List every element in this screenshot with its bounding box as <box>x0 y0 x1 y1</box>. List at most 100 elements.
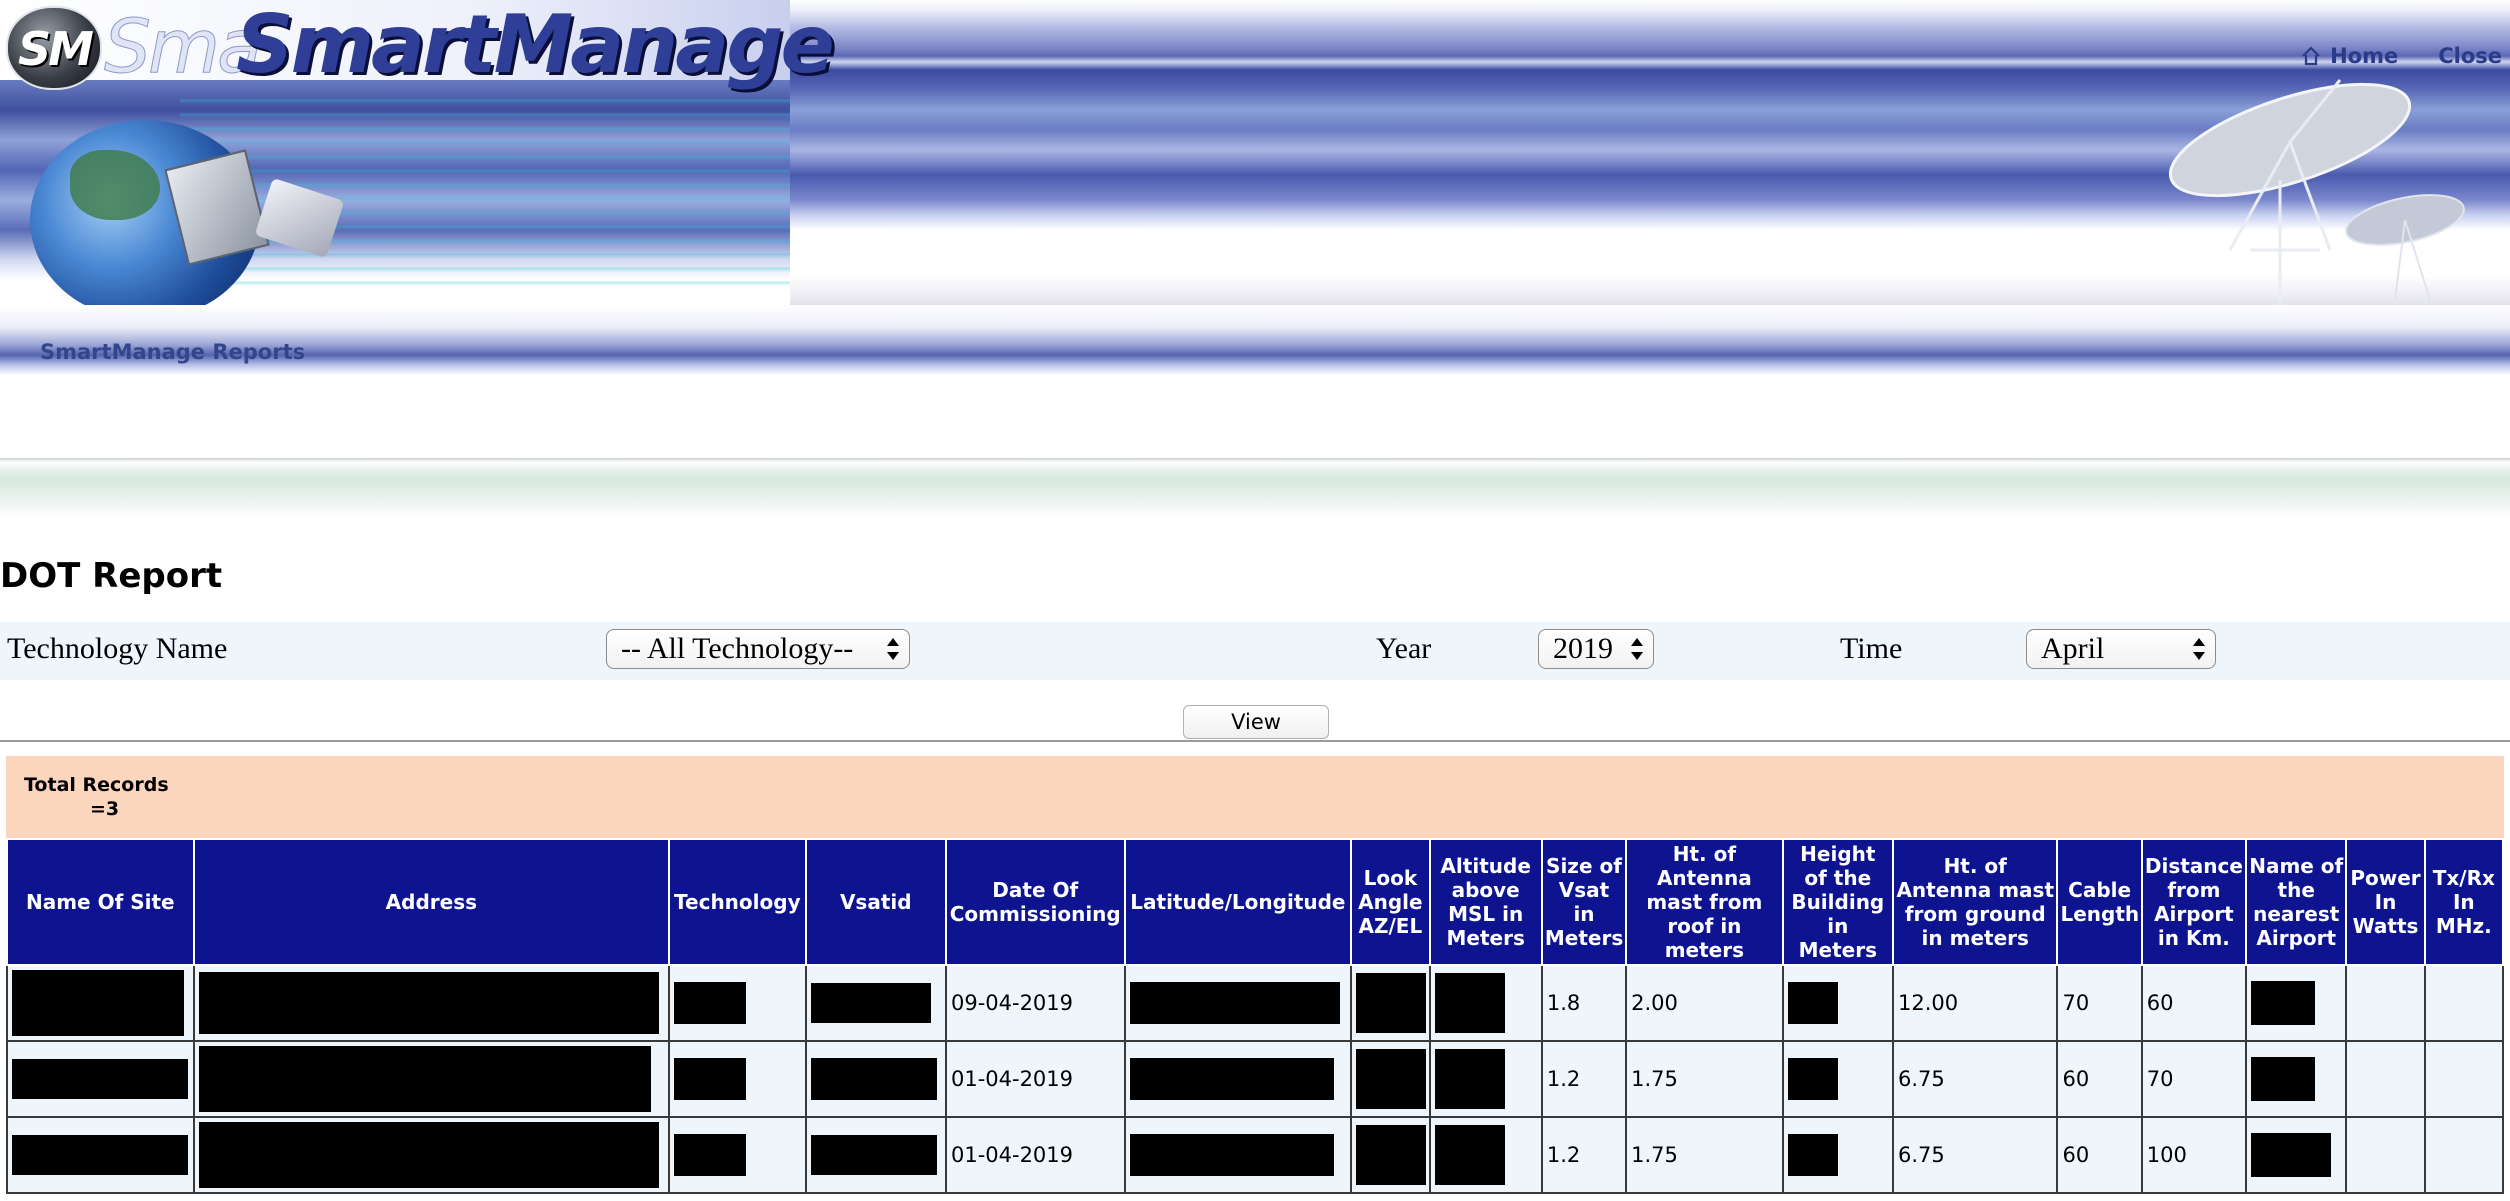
page-header: SM Sma SmartManage Home Close <box>0 0 2510 310</box>
cell-airport <box>2245 1040 2348 1118</box>
divider <box>0 740 2510 742</box>
cell-building-height <box>1781 1116 1894 1194</box>
page-title: DOT Report <box>0 556 223 596</box>
cell-vsat-size: 1.2 <box>1540 1040 1628 1118</box>
redacted-block <box>1434 1125 1505 1185</box>
header-nav: Home Close <box>2300 44 2502 68</box>
cell-vsat-size: 1.8 <box>1540 964 1628 1042</box>
cell-distance: 100 <box>2140 1116 2248 1194</box>
logo-badge: SM <box>6 6 102 90</box>
cell-site-name <box>6 1040 195 1118</box>
redacted-block <box>1356 973 1427 1033</box>
time-select[interactable]: April <box>2026 629 2216 669</box>
cell-address <box>192 1116 671 1194</box>
cell-mast-roof: 1.75 <box>1625 1040 1784 1118</box>
total-records-box: Total Records =3 <box>6 756 2504 838</box>
cell-lat-long <box>1123 1116 1353 1194</box>
close-link[interactable]: Close <box>2438 44 2502 68</box>
cell-building-height <box>1781 1040 1894 1118</box>
home-link-label: Home <box>2330 44 2399 68</box>
redacted-block <box>1787 1134 1838 1176</box>
table-row: 09-04-2019 1.8 2.00 12.00 70 60 <box>6 964 2505 1042</box>
redacted-block <box>1787 982 1838 1024</box>
logo-badge-text: SM <box>18 22 94 76</box>
redacted-block <box>1434 1049 1505 1109</box>
cell-lat-long <box>1123 964 1353 1042</box>
col-header: Size of Vsat in Meters <box>1540 838 1628 966</box>
cell-vsatid <box>804 964 947 1042</box>
col-header: Technology <box>668 838 807 966</box>
cell-txrx <box>2423 1116 2505 1194</box>
select-arrows-icon <box>1631 638 1643 660</box>
year-select-value: 2019 <box>1553 632 1613 665</box>
col-header: Latitude/Longitude <box>1123 838 1353 966</box>
redacted-block <box>674 1134 747 1176</box>
report-table: Name Of Site Address Technology Vsatid D… <box>6 838 2505 1194</box>
redacted-block <box>1129 1058 1334 1100</box>
redacted-block <box>2251 1133 2332 1177</box>
cell-address <box>192 1040 671 1118</box>
cell-technology <box>668 1040 807 1118</box>
table-row: 01-04-2019 1.2 1.75 6.75 60 100 <box>6 1116 2505 1194</box>
redacted-block <box>674 982 747 1024</box>
cell-date: 01-04-2019 <box>944 1040 1126 1118</box>
view-button[interactable]: View <box>1183 705 1329 739</box>
time-label: Time <box>1840 632 1903 665</box>
cell-txrx <box>2423 964 2505 1042</box>
cell-altitude <box>1428 964 1543 1042</box>
close-link-label: Close <box>2438 44 2502 68</box>
redacted-block <box>1434 973 1505 1033</box>
redacted-block <box>810 983 931 1023</box>
redacted-block <box>2251 1057 2316 1101</box>
technology-label: Technology Name <box>7 632 228 665</box>
col-header: Distance from Airport in Km. <box>2140 838 2248 966</box>
redacted-block <box>198 972 659 1034</box>
cell-altitude <box>1428 1116 1543 1194</box>
col-header: Ht. of Antenna mast from roof in meters <box>1625 838 1784 966</box>
technology-select[interactable]: -- All Technology-- <box>606 629 910 669</box>
redacted-block <box>12 1135 188 1175</box>
cell-mast-ground: 6.75 <box>1891 1116 2059 1194</box>
satellite-dish-image <box>2168 79 2465 310</box>
cell-mast-ground: 6.75 <box>1891 1040 2059 1118</box>
redacted-block <box>2251 981 2316 1025</box>
year-select[interactable]: 2019 <box>1538 629 1654 669</box>
col-header: Ht. of Antenna mast from ground in meter… <box>1891 838 2059 966</box>
col-header: Height of the Building in Meters <box>1781 838 1894 966</box>
col-header: Power In Watts <box>2345 838 2426 966</box>
cell-vsatid <box>804 1116 947 1194</box>
cell-technology <box>668 1116 807 1194</box>
cell-site-name <box>6 964 195 1042</box>
redacted-block <box>12 970 184 1036</box>
cell-distance: 60 <box>2140 964 2248 1042</box>
redacted-block <box>198 1046 651 1112</box>
cell-txrx <box>2423 1040 2505 1118</box>
select-arrows-icon <box>887 638 899 660</box>
logo-title: SmartManage <box>236 0 835 91</box>
col-header: Tx/Rx In MHz. <box>2423 838 2505 966</box>
cell-airport <box>2245 1116 2348 1194</box>
col-header: Address <box>192 838 671 966</box>
col-header: Cable Length <box>2056 838 2143 966</box>
filter-bar: Technology Name -- All Technology-- Year… <box>0 622 2510 680</box>
cell-power <box>2345 964 2426 1042</box>
col-header: Date Of Commissioning <box>944 838 1126 966</box>
cell-address <box>192 964 671 1042</box>
year-label: Year <box>1376 632 1432 665</box>
cell-cable-length: 70 <box>2056 964 2143 1042</box>
cell-date: 01-04-2019 <box>944 1116 1126 1194</box>
cell-look-angle <box>1350 1040 1431 1118</box>
content-top-band <box>0 458 2510 518</box>
col-header: Altitude above MSL in Meters <box>1428 838 1543 966</box>
cell-cable-length: 60 <box>2056 1040 2143 1118</box>
redacted-block <box>1129 1134 1334 1176</box>
cell-vsat-size: 1.2 <box>1540 1116 1628 1194</box>
table-row: 01-04-2019 1.2 1.75 6.75 60 70 <box>6 1040 2505 1118</box>
redacted-block <box>1356 1125 1427 1185</box>
table-header-row: Name Of Site Address Technology Vsatid D… <box>6 838 2505 966</box>
home-link[interactable]: Home <box>2300 44 2398 68</box>
col-header: Name of the nearest Airport <box>2245 838 2348 966</box>
col-header: Name Of Site <box>6 838 195 966</box>
cell-airport <box>2245 964 2348 1042</box>
col-header: Look Angle AZ/EL <box>1350 838 1431 966</box>
